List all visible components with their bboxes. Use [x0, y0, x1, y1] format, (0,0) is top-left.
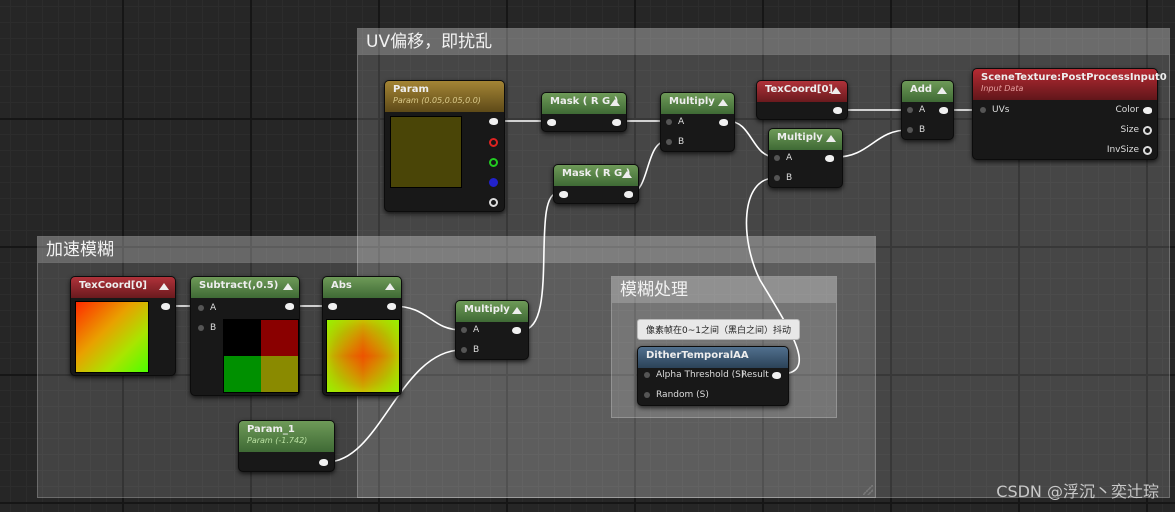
output-pin[interactable] [387, 303, 396, 310]
multiply-node[interactable]: Multiply A B [455, 300, 529, 360]
input-pin-a[interactable]: A [774, 153, 792, 163]
scenetexture-node[interactable]: SceneTexture:PostProcessInput0 Input Dat… [972, 68, 1167, 160]
collapse-arrow-icon[interactable] [718, 99, 728, 106]
output-pin[interactable] [612, 119, 621, 126]
output-pin[interactable] [939, 107, 948, 114]
input-pin-a[interactable]: A [907, 105, 925, 115]
input-pin-uvs[interactable]: UVs [980, 105, 1009, 115]
input-pin[interactable] [559, 191, 568, 198]
input-pin[interactable] [547, 119, 556, 126]
multiply-node[interactable]: Multiply A B [768, 128, 843, 188]
texcoord-node[interactable]: TexCoord[0] [756, 80, 848, 120]
input-pin-b[interactable]: B [774, 173, 792, 183]
abs-node[interactable]: Abs [322, 276, 402, 396]
input-pin-alpha-threshold[interactable]: Alpha Threshold (S) [644, 370, 744, 380]
input-pin-b[interactable]: B [907, 125, 925, 135]
texture-preview [326, 319, 400, 393]
node-title: TexCoord[0] [79, 280, 147, 291]
output-pin[interactable] [833, 107, 842, 114]
node-title: SceneTexture:PostProcessInput0 [981, 72, 1167, 83]
input-pin-a[interactable]: A [198, 303, 216, 313]
output-pin-g[interactable] [489, 158, 498, 167]
collapse-arrow-icon[interactable] [512, 307, 522, 314]
collapse-arrow-icon[interactable] [831, 87, 841, 94]
input-pin-a[interactable]: A [461, 325, 479, 335]
node-title: Multiply [464, 304, 510, 315]
node-title: Multiply [777, 132, 823, 143]
node-subtitle: Input Data [981, 84, 1024, 93]
collapse-arrow-icon[interactable] [937, 87, 947, 94]
output-pin-r[interactable] [489, 138, 498, 147]
add-node[interactable]: Add A B [901, 80, 954, 140]
output-pin-b[interactable] [489, 178, 498, 187]
output-pin[interactable] [1143, 146, 1152, 155]
input-pin-random[interactable]: Random (S) [644, 390, 709, 400]
subtract-node[interactable]: Subtract(,0.5) A B [190, 276, 300, 396]
node-title: Add [910, 84, 933, 95]
node-title: Param_1 [247, 424, 295, 435]
output-pin[interactable] [1143, 107, 1152, 114]
node-title: Subtract(,0.5) [199, 280, 279, 291]
node-subtitle: Param (-1.742) [247, 436, 308, 445]
input-pin-b[interactable]: B [461, 345, 479, 355]
output-pin-color[interactable]: Color [1116, 105, 1140, 115]
node-title: Multiply [669, 96, 715, 107]
node-title: Mask ( R G ) [562, 168, 631, 179]
node-subtitle: Param (0.05,0.05,0.0) [393, 96, 481, 105]
texture-preview [75, 301, 149, 373]
color-preview [390, 116, 462, 188]
collapse-arrow-icon[interactable] [826, 135, 836, 142]
mask-rg-node[interactable]: Mask ( R G ) [541, 92, 627, 132]
multiply-node[interactable]: Multiply A B [660, 92, 735, 152]
node-title: TexCoord[0] [765, 84, 833, 95]
input-pin-b[interactable]: B [666, 137, 684, 147]
node-title: Abs [331, 280, 352, 291]
node-title: Mask ( R G ) [550, 96, 619, 107]
output-pin[interactable] [161, 303, 170, 310]
output-pin-size[interactable]: Size [1121, 125, 1139, 135]
output-pin[interactable] [719, 119, 728, 126]
param-node[interactable]: Param Param (0.05,0.05,0.0) [384, 80, 505, 212]
output-pin[interactable] [624, 191, 633, 198]
collapse-arrow-icon[interactable] [283, 283, 293, 290]
output-pin-invsize[interactable]: InvSize [1107, 145, 1139, 155]
output-pin[interactable] [1143, 126, 1152, 135]
collapse-arrow-icon[interactable] [159, 283, 169, 290]
collapse-arrow-icon[interactable] [385, 283, 395, 290]
input-pin-b[interactable]: B [198, 323, 216, 333]
input-pin[interactable] [328, 303, 337, 310]
output-pin-a[interactable] [489, 198, 498, 207]
output-pin[interactable] [285, 303, 294, 310]
output-pin[interactable] [489, 118, 498, 125]
output-pin[interactable] [512, 327, 521, 334]
param1-node[interactable]: Param_1 Param (-1.742) [238, 420, 335, 472]
watermark: CSDN @浮沉丶奕辻琮 [996, 482, 1159, 501]
output-pin[interactable] [319, 459, 328, 466]
comment-note: 像素帧在0~1之间（黑白之间）抖动 [637, 319, 800, 340]
node-title: Param [393, 84, 429, 95]
collapse-arrow-icon[interactable] [622, 171, 632, 178]
dither-temporal-aa-node[interactable]: DitherTemporalAA Alpha Threshold (S) Res… [637, 346, 789, 406]
collapse-arrow-icon[interactable] [610, 99, 620, 106]
texcoord-node[interactable]: TexCoord[0] [70, 276, 176, 376]
output-pin-result[interactable]: Result [741, 370, 769, 380]
output-pin[interactable] [772, 372, 781, 379]
input-pin-a[interactable]: A [666, 117, 684, 127]
mask-rg-node[interactable]: Mask ( R G ) [553, 164, 639, 204]
output-pin[interactable] [825, 155, 834, 162]
node-title: DitherTemporalAA [646, 350, 749, 361]
texture-preview [223, 319, 299, 393]
